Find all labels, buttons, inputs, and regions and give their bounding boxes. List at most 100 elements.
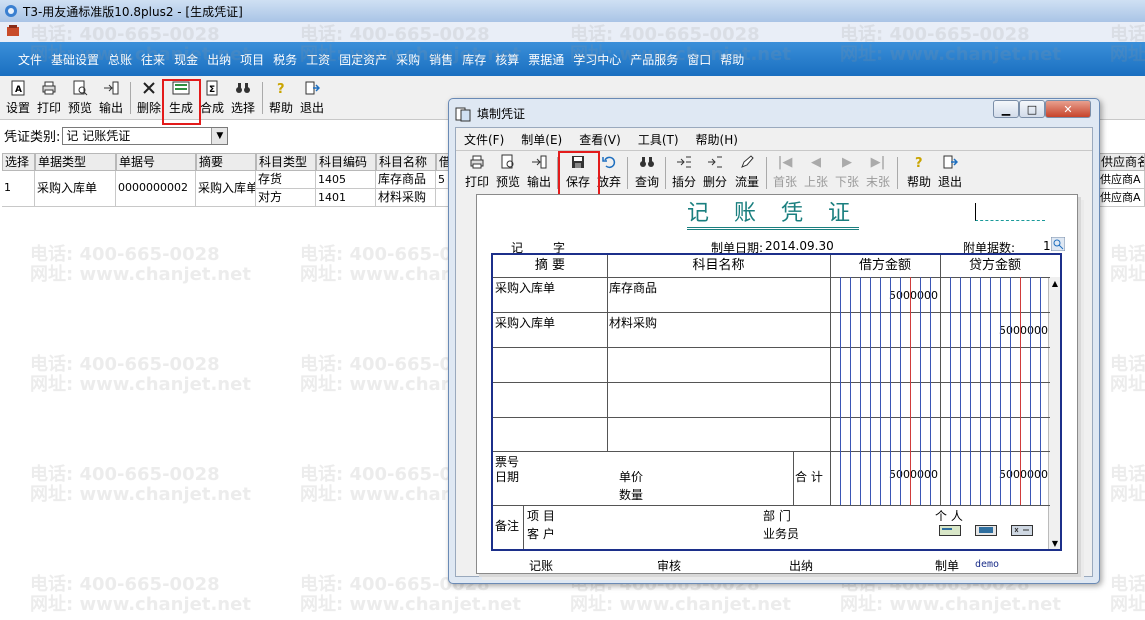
print-button[interactable]: 打印: [36, 79, 62, 117]
menu-item[interactable]: 项目: [240, 51, 264, 68]
magnifier-icon[interactable]: [1051, 237, 1065, 251]
merge-button[interactable]: Σ 合成: [199, 79, 225, 117]
scrollbar-track[interactable]: [1049, 289, 1060, 537]
table-col-line: [523, 505, 524, 549]
dialog-menu-item[interactable]: 制单(E): [521, 131, 562, 148]
dialog-menu-item[interactable]: 查看(V): [579, 131, 621, 148]
dlg-last-button[interactable]: ▶| 末张: [865, 153, 891, 191]
grid-cell-summary[interactable]: 采购入库单: [196, 171, 256, 207]
menu-item[interactable]: 库存: [462, 51, 486, 68]
dlg-help-label: 帮助: [906, 175, 931, 189]
help-button[interactable]: ? 帮助: [268, 79, 294, 117]
menu-item[interactable]: 往来: [141, 51, 165, 68]
monitor-icon[interactable]: [975, 525, 997, 536]
card-icon[interactable]: [939, 525, 961, 536]
setup-button[interactable]: A 设置: [5, 79, 31, 117]
menu-item[interactable]: 出纳: [207, 51, 231, 68]
grid-header-doc-no[interactable]: 单据号: [116, 153, 196, 171]
dialog-menu-item[interactable]: 文件(F): [464, 131, 504, 148]
grid-header-summary[interactable]: 摘要: [196, 153, 256, 171]
grid-cell-subject-code[interactable]: 1405: [316, 171, 376, 189]
grid-cell-select[interactable]: 1: [2, 171, 35, 207]
delete-button[interactable]: 删除: [136, 79, 162, 117]
menu-item[interactable]: 销售: [429, 51, 453, 68]
calculator-icon[interactable]: [1011, 525, 1033, 536]
grid-cell-supplier[interactable]: 供应商A: [1098, 171, 1145, 189]
menu-item[interactable]: 窗口: [687, 51, 711, 68]
grid-cell-subject-code[interactable]: 1401: [316, 189, 376, 207]
entry-debit[interactable]: 5000000: [830, 289, 938, 302]
entry-subject[interactable]: 材料采购: [609, 314, 657, 331]
menu-item[interactable]: 学习中心: [573, 51, 621, 68]
grid-header-subject-code[interactable]: 科目编码: [316, 153, 376, 171]
minimize-button[interactable]: ▁: [993, 100, 1019, 118]
menu-item[interactable]: 采购: [396, 51, 420, 68]
menu-item[interactable]: 产品服务: [630, 51, 678, 68]
entry-credit[interactable]: 5000000: [940, 324, 1048, 337]
watermark-site: 网址: www.chanjet.net: [1110, 374, 1145, 395]
grid-cell-subject-type[interactable]: 存货: [256, 171, 316, 189]
grid-header-supplier[interactable]: 供应商名: [1098, 153, 1145, 171]
dlg-help-button[interactable]: ? 帮助: [906, 153, 932, 191]
maximize-button[interactable]: □: [1019, 100, 1045, 118]
exit-icon: [941, 153, 959, 171]
menu-item[interactable]: 现金: [174, 51, 198, 68]
preview-button[interactable]: 预览: [67, 79, 93, 117]
menu-item[interactable]: 固定资产: [339, 51, 387, 68]
dialog-menu-item[interactable]: 工具(T): [638, 131, 679, 148]
entry-summary[interactable]: 采购入库单: [495, 279, 555, 296]
exit-button[interactable]: 退出: [299, 79, 325, 117]
dlg-query-button[interactable]: 查询: [634, 153, 660, 191]
scroll-down-icon[interactable]: ▼: [1049, 537, 1061, 549]
system-menu-icon[interactable]: [6, 24, 20, 38]
attachments-count[interactable]: 1: [1043, 239, 1051, 253]
voucher-scrollbar[interactable]: ▲ ▼: [1048, 277, 1060, 549]
scroll-up-icon[interactable]: ▲: [1049, 277, 1061, 289]
grid-cell-doc-type[interactable]: 采购入库单: [35, 171, 116, 207]
grid-cell-subject-type[interactable]: 对方: [256, 189, 316, 207]
system-row: [0, 22, 1145, 42]
menu-item[interactable]: 税务: [273, 51, 297, 68]
grid-header-subject-type[interactable]: 科目类型: [256, 153, 316, 171]
menu-item[interactable]: 票据通: [528, 51, 564, 68]
chevron-down-icon[interactable]: ▼: [211, 127, 228, 144]
voucher-no-field[interactable]: [975, 203, 1045, 221]
customer-label: 客 户: [527, 527, 555, 541]
dlg-export-button[interactable]: 输出: [526, 153, 552, 191]
dlg-first-button[interactable]: |◀ 首张: [772, 153, 798, 191]
voucher-type-select[interactable]: 记 记账凭证 ▼: [62, 126, 229, 145]
menu-item[interactable]: 核算: [495, 51, 519, 68]
watermark-phone: 电话: 400-665-0028: [1110, 354, 1145, 375]
amount-grid-line: [920, 277, 921, 505]
entry-summary[interactable]: 采购入库单: [495, 314, 555, 331]
dlg-cashflow-button[interactable]: 流量: [733, 153, 761, 191]
dlg-delete-line-button[interactable]: 删分: [702, 153, 728, 191]
dlg-last-label: 末张: [865, 175, 890, 189]
dlg-exit-button[interactable]: 退出: [937, 153, 963, 191]
dlg-next-button[interactable]: ▶ 下张: [834, 153, 860, 191]
close-button[interactable]: ✕: [1045, 100, 1091, 118]
amount-grid-line: [1010, 277, 1011, 505]
select-button[interactable]: 选择: [229, 79, 257, 117]
grid-cell-supplier[interactable]: 供应商A: [1098, 189, 1145, 207]
grid-header-select[interactable]: 选择: [2, 153, 35, 171]
entry-subject[interactable]: 库存商品: [609, 279, 657, 296]
menu-item[interactable]: 基础设置: [51, 51, 99, 68]
grid-header-subject-name[interactable]: 科目名称: [376, 153, 436, 171]
menu-item[interactable]: 文件: [18, 51, 42, 68]
dlg-preview-button[interactable]: 预览: [495, 153, 521, 191]
voucher-date[interactable]: 2014.09.30: [765, 239, 834, 253]
grid-header-doc-type[interactable]: 单据类型: [35, 153, 116, 171]
grid-cell-doc-no[interactable]: 0000000002: [116, 171, 196, 207]
dlg-prev-button[interactable]: ◀ 上张: [803, 153, 829, 191]
grid-cell-subject-name[interactable]: 库存商品: [376, 171, 436, 189]
grid-cell-subject-name[interactable]: 材料采购: [376, 189, 436, 207]
menu-item[interactable]: 工资: [306, 51, 330, 68]
dialog-titlebar: 填制凭证: [455, 105, 525, 122]
dlg-print-button[interactable]: 打印: [464, 153, 490, 191]
dlg-insert-line-button[interactable]: 插分: [671, 153, 697, 191]
dialog-menu-item[interactable]: 帮助(H): [696, 131, 738, 148]
menu-item[interactable]: 总账: [108, 51, 132, 68]
menu-item[interactable]: 帮助: [720, 51, 744, 68]
export-button[interactable]: 输出: [98, 79, 124, 117]
